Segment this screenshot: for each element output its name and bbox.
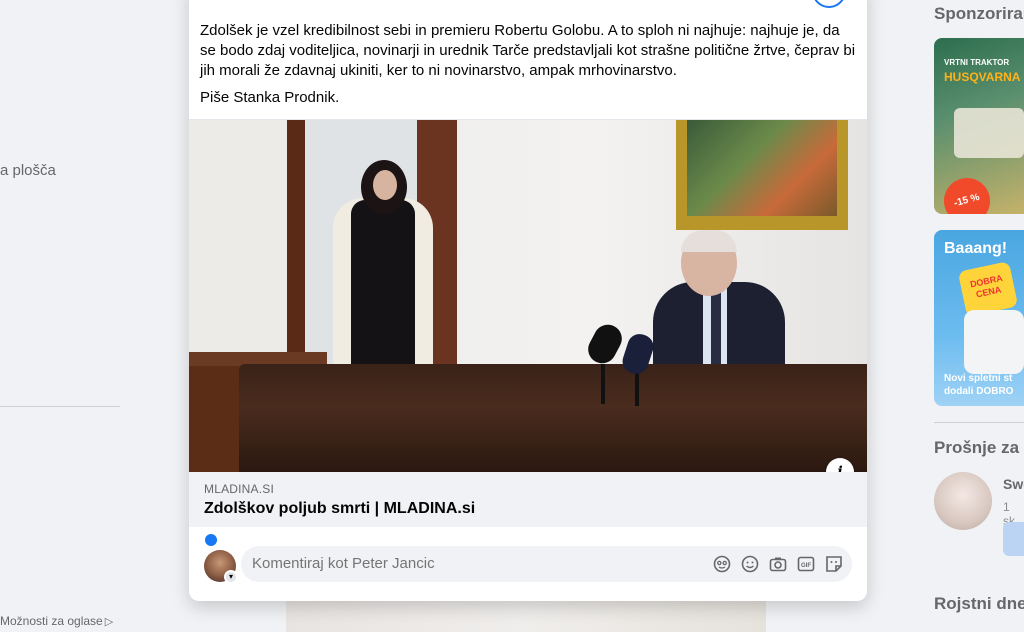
photo-woman-face	[373, 170, 397, 200]
svg-text:GIF: GIF	[801, 563, 811, 569]
avatar-sticker-icon[interactable]	[713, 555, 731, 573]
gif-icon[interactable]: GIF	[797, 555, 815, 573]
ad-caption: Novi spletni st dodali DOBRO	[944, 373, 1014, 397]
comment-composer: ▾ GIF	[189, 536, 867, 601]
photo-table	[239, 364, 867, 472]
comment-tools: GIF	[713, 555, 843, 573]
link-preview[interactable]: i MLADINA.SI Zdolškov poljub smrti | MLA…	[189, 119, 867, 527]
camera-icon[interactable]	[769, 555, 787, 573]
photo-mic-stand	[635, 372, 639, 406]
friend-requests-title: Prošnje za p	[934, 438, 1024, 457]
discount-badge: -15 %	[938, 172, 996, 214]
ad-badge: DOBRA CENA	[957, 261, 1019, 317]
chevron-down-icon[interactable]: ▾	[224, 570, 238, 584]
photo-left-wall	[189, 120, 287, 380]
ad-options-link[interactable]: Možnosti za oglase ▷	[0, 614, 113, 628]
ad-options-label: Možnosti za oglase	[0, 614, 103, 628]
robot-image	[964, 310, 1024, 374]
post-paragraph: Zdolšek je vzel kredibilnost sebi in pre…	[200, 22, 856, 79]
post-text: Zdolšek je vzel kredibilnost sebi in pre…	[200, 21, 856, 115]
ad-card-baaang[interactable]: Baaang! DOBRA CENA Novi spletni st dodali…	[934, 230, 1024, 406]
confirm-button[interactable]	[1003, 522, 1024, 556]
photo-painting	[687, 120, 837, 216]
left-divider	[0, 406, 120, 407]
tractor-image	[954, 108, 1024, 158]
photo-mic-stand	[601, 364, 605, 404]
sponsored-title: Sponzorirano	[934, 4, 1024, 23]
link-title[interactable]: Zdolškov poljub smrti | MLADINA.si	[204, 500, 852, 518]
photo-man-tie	[711, 290, 721, 366]
feed-next-post	[286, 600, 766, 632]
ad-tag: VRTNI TRAKTOR	[944, 58, 1010, 67]
ad-choices-icon: ▷	[104, 616, 114, 628]
ad-title: Baaang!	[944, 240, 1008, 257]
sticker-icon[interactable]	[825, 555, 843, 573]
link-meta[interactable]: MLADINA.SI Zdolškov poljub smrti | MLADI…	[189, 472, 867, 527]
link-preview-image[interactable]: i	[189, 120, 867, 472]
suggestion-avatar[interactable]	[934, 472, 992, 530]
post-paragraph: Piše Stanka Prodnik.	[200, 89, 340, 106]
link-domain: MLADINA.SI	[204, 482, 275, 496]
post-dialog: Zdolšek je vzel kredibilnost sebi in pre…	[189, 0, 867, 601]
suggestion-name[interactable]: Swe	[1003, 476, 1024, 492]
left-menu-item[interactable]: a plošča	[0, 162, 56, 179]
emoji-icon[interactable]	[741, 555, 759, 573]
right-divider	[934, 422, 1024, 423]
birthdays-title: Rojstni dnev	[934, 594, 1024, 613]
ad-card-husqvarna[interactable]: VRTNI TRAKTOR HUSQVARNA -15 % No	[934, 38, 1024, 214]
ad-brand: HUSQVARNA	[944, 70, 1021, 84]
